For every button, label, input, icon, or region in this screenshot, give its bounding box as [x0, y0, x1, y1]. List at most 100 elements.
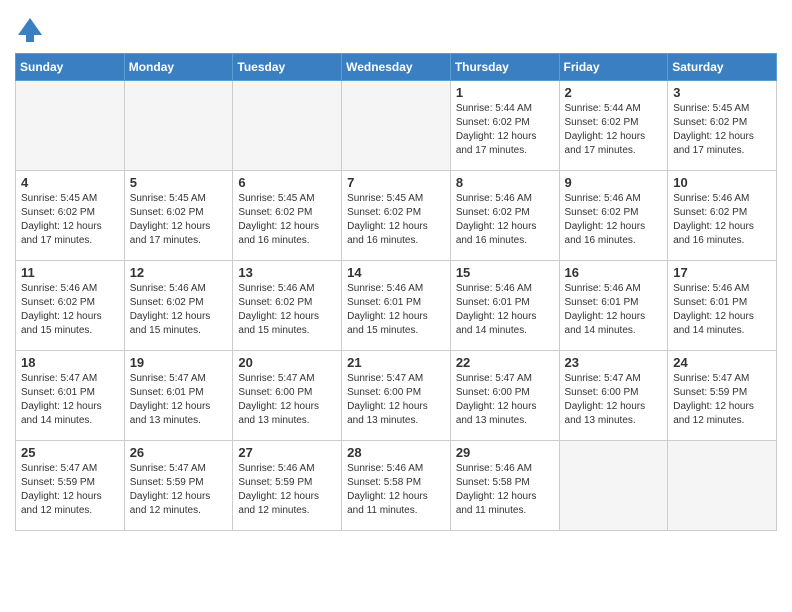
calendar-day-cell: 8Sunrise: 5:46 AM Sunset: 6:02 PM Daylig… — [450, 171, 559, 261]
calendar-day-cell: 14 Sunrise: 5:46 AM Sunset: 6:01 PM Dayli… — [342, 261, 451, 351]
day-number: 13 — [238, 265, 336, 280]
calendar-day-cell: 11 Sunrise: 5:46 AM Sunset: 6:02 PM Dayli… — [16, 261, 125, 351]
day-info: Sunrise: 5:47 AM Sunset: 6:00 PM Dayligh… — [238, 372, 336, 428]
weekday-header-cell: Tuesday — [233, 54, 342, 81]
day-info: Sunrise: 5:46 AM Sunset: 6:02 PM Dayligh… — [21, 282, 119, 338]
day-number: 23 — [565, 355, 663, 370]
weekday-header-cell: Monday — [124, 54, 233, 81]
logo — [15, 15, 49, 45]
calendar-day-cell: 10 Sunrise: 5:46 AM Sunset: 6:02 PM Dayli… — [668, 171, 777, 261]
calendar-day-cell: 16 Sunrise: 5:46 AM Sunset: 6:01 PM Dayli… — [559, 261, 668, 351]
calendar-week-row: 1 Sunrise: 5:44 AM Sunset: 6:02 PM Daylig… — [16, 81, 777, 171]
day-number: 6 — [238, 175, 336, 190]
day-number: 4 — [21, 175, 119, 190]
day-info: Sunrise: 5:46 AM Sunset: 6:02 PM Dayligh… — [565, 192, 663, 248]
calendar-day-cell: 29Sunrise: 5:46 AM Sunset: 5:58 PM Dayli… — [450, 441, 559, 531]
calendar-day-cell: 27 Sunrise: 5:46 AM Sunset: 5:59 PM Dayli… — [233, 441, 342, 531]
day-info: Sunrise: 5:45 AM Sunset: 6:02 PM Dayligh… — [347, 192, 445, 248]
weekday-header-cell: Sunday — [16, 54, 125, 81]
calendar-day-cell: 17 Sunrise: 5:46 AM Sunset: 6:01 PM Dayli… — [668, 261, 777, 351]
calendar-day-cell: 22Sunrise: 5:47 AM Sunset: 6:00 PM Dayli… — [450, 351, 559, 441]
day-info: Sunrise: 5:44 AM Sunset: 6:02 PM Dayligh… — [456, 102, 554, 158]
day-info: Sunrise: 5:46 AM Sunset: 6:01 PM Dayligh… — [565, 282, 663, 338]
logo-icon — [15, 15, 45, 45]
calendar-day-cell: 2 Sunrise: 5:44 AM Sunset: 6:02 PM Daylig… — [559, 81, 668, 171]
day-number: 15 — [456, 265, 554, 280]
day-info: Sunrise: 5:46 AM Sunset: 5:58 PM Dayligh… — [347, 462, 445, 518]
day-info: Sunrise: 5:46 AM Sunset: 6:01 PM Dayligh… — [347, 282, 445, 338]
day-number: 19 — [130, 355, 228, 370]
day-number: 20 — [238, 355, 336, 370]
day-number: 8 — [456, 175, 554, 190]
day-info: Sunrise: 5:45 AM Sunset: 6:02 PM Dayligh… — [673, 102, 771, 158]
day-info: Sunrise: 5:45 AM Sunset: 6:02 PM Dayligh… — [21, 192, 119, 248]
day-info: Sunrise: 5:46 AM Sunset: 6:02 PM Dayligh… — [238, 282, 336, 338]
day-info: Sunrise: 5:46 AM Sunset: 6:02 PM Dayligh… — [673, 192, 771, 248]
day-number: 5 — [130, 175, 228, 190]
weekday-header-cell: Thursday — [450, 54, 559, 81]
day-number: 16 — [565, 265, 663, 280]
calendar-day-cell: 6 Sunrise: 5:45 AM Sunset: 6:02 PM Daylig… — [233, 171, 342, 261]
calendar-day-cell: 20 Sunrise: 5:47 AM Sunset: 6:00 PM Dayli… — [233, 351, 342, 441]
calendar-day-cell — [233, 81, 342, 171]
calendar-day-cell — [559, 441, 668, 531]
day-info: Sunrise: 5:47 AM Sunset: 6:00 PM Dayligh… — [565, 372, 663, 428]
day-info: Sunrise: 5:47 AM Sunset: 6:00 PM Dayligh… — [456, 372, 554, 428]
calendar-day-cell — [16, 81, 125, 171]
day-number: 25 — [21, 445, 119, 460]
weekday-header-cell: Saturday — [668, 54, 777, 81]
weekday-header-row: SundayMondayTuesdayWednesdayThursdayFrid… — [16, 54, 777, 81]
day-info: Sunrise: 5:45 AM Sunset: 6:02 PM Dayligh… — [238, 192, 336, 248]
calendar-week-row: 18 Sunrise: 5:47 AM Sunset: 6:01 PM Dayli… — [16, 351, 777, 441]
day-number: 18 — [21, 355, 119, 370]
day-number: 27 — [238, 445, 336, 460]
day-number: 10 — [673, 175, 771, 190]
day-info: Sunrise: 5:47 AM Sunset: 6:00 PM Dayligh… — [347, 372, 445, 428]
day-number: 12 — [130, 265, 228, 280]
day-number: 28 — [347, 445, 445, 460]
day-number: 26 — [130, 445, 228, 460]
header — [15, 10, 777, 45]
day-number: 11 — [21, 265, 119, 280]
day-number: 21 — [347, 355, 445, 370]
calendar-day-cell: 1 Sunrise: 5:44 AM Sunset: 6:02 PM Daylig… — [450, 81, 559, 171]
day-info: Sunrise: 5:46 AM Sunset: 5:59 PM Dayligh… — [238, 462, 336, 518]
calendar-day-cell: 9 Sunrise: 5:46 AM Sunset: 6:02 PM Daylig… — [559, 171, 668, 261]
calendar-day-cell: 5 Sunrise: 5:45 AM Sunset: 6:02 PM Daylig… — [124, 171, 233, 261]
calendar-day-cell — [342, 81, 451, 171]
calendar-day-cell: 7 Sunrise: 5:45 AM Sunset: 6:02 PM Daylig… — [342, 171, 451, 261]
day-number: 1 — [456, 85, 554, 100]
day-info: Sunrise: 5:46 AM Sunset: 6:02 PM Dayligh… — [130, 282, 228, 338]
calendar-day-cell: 25Sunrise: 5:47 AM Sunset: 5:59 PM Dayli… — [16, 441, 125, 531]
day-info: Sunrise: 5:46 AM Sunset: 6:01 PM Dayligh… — [456, 282, 554, 338]
calendar-day-cell — [124, 81, 233, 171]
day-number: 14 — [347, 265, 445, 280]
day-number: 2 — [565, 85, 663, 100]
calendar-day-cell: 12 Sunrise: 5:46 AM Sunset: 6:02 PM Dayli… — [124, 261, 233, 351]
calendar-day-cell: 26Sunrise: 5:47 AM Sunset: 5:59 PM Dayli… — [124, 441, 233, 531]
weekday-header-cell: Wednesday — [342, 54, 451, 81]
calendar-day-cell: 18 Sunrise: 5:47 AM Sunset: 6:01 PM Dayli… — [16, 351, 125, 441]
day-number: 3 — [673, 85, 771, 100]
day-info: Sunrise: 5:46 AM Sunset: 6:01 PM Dayligh… — [673, 282, 771, 338]
day-number: 9 — [565, 175, 663, 190]
day-info: Sunrise: 5:47 AM Sunset: 6:01 PM Dayligh… — [130, 372, 228, 428]
calendar-week-row: 25Sunrise: 5:47 AM Sunset: 5:59 PM Dayli… — [16, 441, 777, 531]
day-info: Sunrise: 5:44 AM Sunset: 6:02 PM Dayligh… — [565, 102, 663, 158]
day-number: 29 — [456, 445, 554, 460]
day-info: Sunrise: 5:45 AM Sunset: 6:02 PM Dayligh… — [130, 192, 228, 248]
calendar-day-cell: 15 Sunrise: 5:46 AM Sunset: 6:01 PM Dayli… — [450, 261, 559, 351]
day-number: 17 — [673, 265, 771, 280]
weekday-header-cell: Friday — [559, 54, 668, 81]
calendar-day-cell: 19 Sunrise: 5:47 AM Sunset: 6:01 PM Dayli… — [124, 351, 233, 441]
day-info: Sunrise: 5:47 AM Sunset: 6:01 PM Dayligh… — [21, 372, 119, 428]
calendar-week-row: 4 Sunrise: 5:45 AM Sunset: 6:02 PM Daylig… — [16, 171, 777, 261]
calendar-table: SundayMondayTuesdayWednesdayThursdayFrid… — [15, 53, 777, 531]
day-number: 24 — [673, 355, 771, 370]
calendar-day-cell: 21 Sunrise: 5:47 AM Sunset: 6:00 PM Dayli… — [342, 351, 451, 441]
calendar-week-row: 11 Sunrise: 5:46 AM Sunset: 6:02 PM Dayli… — [16, 261, 777, 351]
calendar-day-cell: 4 Sunrise: 5:45 AM Sunset: 6:02 PM Daylig… — [16, 171, 125, 261]
day-number: 7 — [347, 175, 445, 190]
calendar-body: 1 Sunrise: 5:44 AM Sunset: 6:02 PM Daylig… — [16, 81, 777, 531]
calendar-day-cell — [668, 441, 777, 531]
